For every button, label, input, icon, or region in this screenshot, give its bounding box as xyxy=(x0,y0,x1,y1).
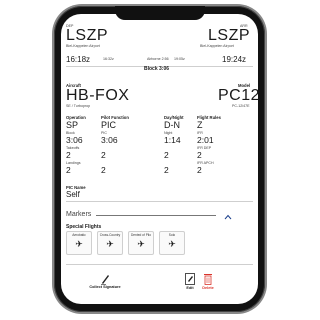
aircraft-sub: SE / Turboprop xyxy=(66,104,91,108)
stat-value: SP xyxy=(66,120,79,130)
delete-button[interactable]: Delete xyxy=(199,286,217,290)
markers-rule xyxy=(96,215,216,216)
stat-value: D-N xyxy=(164,120,180,130)
special-card-cross-country[interactable]: Cross-Country ✈ xyxy=(97,231,123,255)
arr-airport: Biel-Kappelen Airport xyxy=(200,44,234,48)
cross-country-icon: ✈ xyxy=(106,239,114,249)
special-card-label: Dented of Pilo xyxy=(130,233,152,237)
stat-value: 3:06 xyxy=(66,135,83,145)
stat-value: 2 xyxy=(164,165,169,175)
stat-value: 2 xyxy=(66,150,71,160)
solo-plane-icon: ✈ xyxy=(168,239,176,249)
model-sub: PC-12/47E xyxy=(232,104,250,108)
special-card-label: Solo xyxy=(168,233,176,237)
stat-value: Z xyxy=(197,120,203,130)
pic-name-value[interactable]: Self xyxy=(66,190,80,199)
special-flights-title: Special Flights xyxy=(66,224,102,230)
block-time: Block 3:06 xyxy=(144,66,170,72)
arr-time: 19:24z xyxy=(222,55,247,64)
special-card-label: Aerobatic xyxy=(72,233,86,237)
divider xyxy=(66,264,253,265)
stat-value: 3:06 xyxy=(101,135,118,145)
stat-value: 2 xyxy=(101,150,106,160)
stat-value: 2:01 xyxy=(197,135,214,145)
aircraft-registration: HB-FOX xyxy=(66,87,130,104)
signature-pen-icon[interactable] xyxy=(100,272,110,285)
landing-time: 19:05z xyxy=(174,57,185,61)
special-card-aerobatic[interactable]: Aerobatic ✈ xyxy=(66,231,92,255)
stat-value: PIC xyxy=(101,120,117,130)
stat-value: 2 xyxy=(197,165,202,175)
stat-value: 2 xyxy=(197,150,202,160)
markers-title[interactable]: Markers xyxy=(66,211,91,218)
special-card-solo[interactable]: Solo ✈ xyxy=(159,231,185,255)
aerobatic-plane-icon: ✈ xyxy=(75,239,83,249)
trash-icon[interactable] xyxy=(203,272,213,285)
dep-code: LSZP xyxy=(66,27,109,44)
stat-value: 1:14 xyxy=(164,135,181,145)
special-card-dented[interactable]: Dented of Pilo ✈ xyxy=(128,231,154,255)
chevron-up-icon[interactable] xyxy=(224,208,232,220)
stat-value: 2 xyxy=(164,150,169,160)
airborne-time: Airborne 2:56 xyxy=(147,57,169,61)
stat-value: 2 xyxy=(101,165,106,175)
takeoff-time: 16:32z xyxy=(103,57,114,61)
edit-button[interactable]: Edit xyxy=(182,286,198,290)
divider xyxy=(66,201,253,202)
stat-value: 2 xyxy=(66,165,71,175)
dep-time: 16:18z xyxy=(66,55,91,64)
phone-notch xyxy=(115,6,205,20)
aircraft-model: PC12 xyxy=(218,87,261,104)
edit-icon[interactable] xyxy=(185,272,195,285)
arr-code: LSZP xyxy=(208,27,251,44)
plane-icon: ✈ xyxy=(137,239,145,249)
special-card-label: Cross-Country xyxy=(99,233,121,237)
collect-signature-button[interactable]: Collect Signature xyxy=(88,285,122,290)
dep-airport: Biel-Kappelen Airport xyxy=(66,44,100,48)
